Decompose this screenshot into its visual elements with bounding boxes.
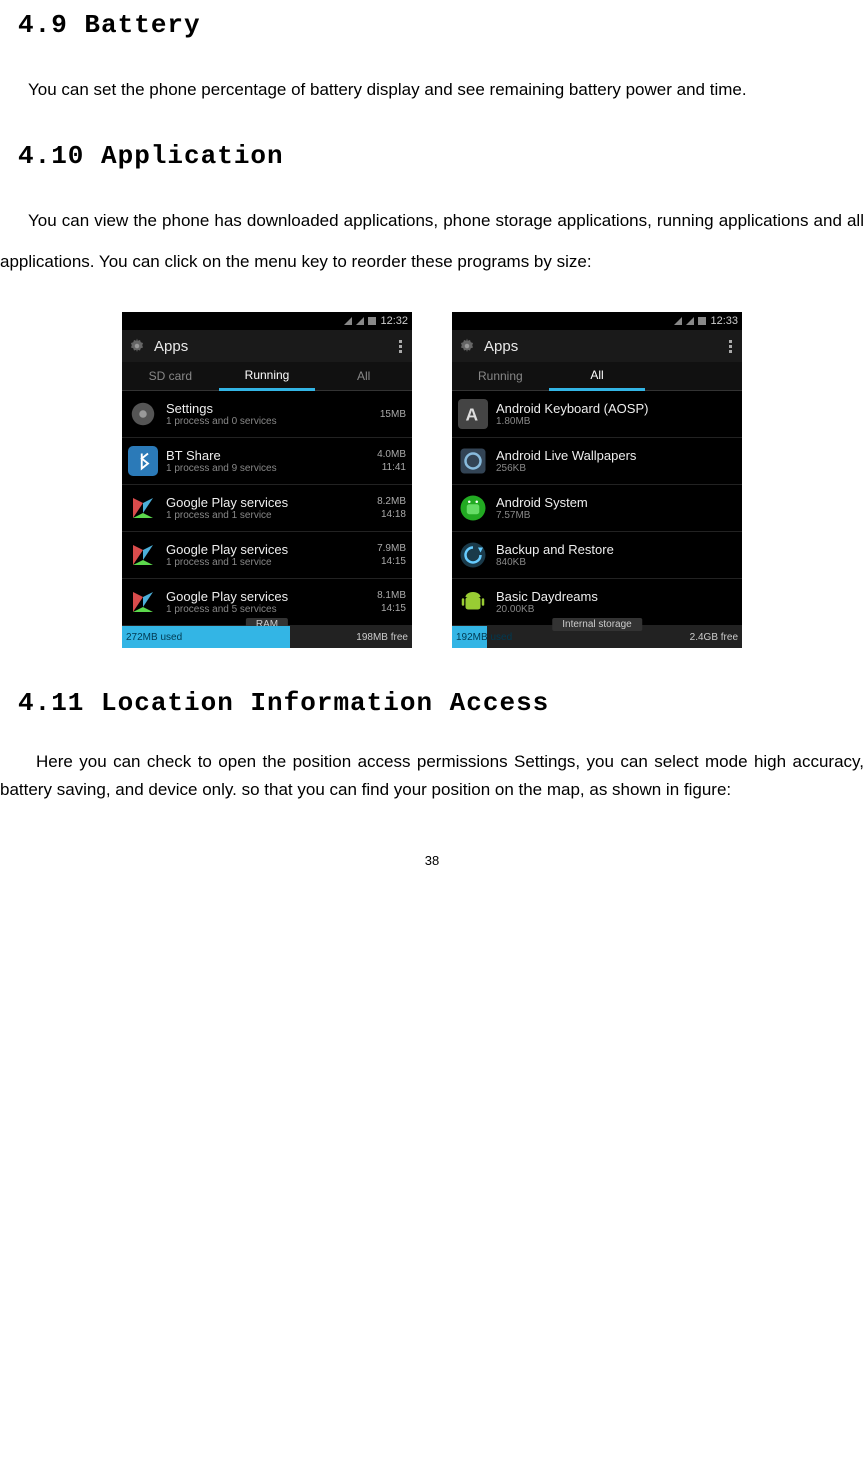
item-time: 14:18 xyxy=(377,508,406,521)
play-services-icon xyxy=(128,493,158,523)
play-services-icon xyxy=(128,540,158,570)
document-page: 4.9 Battery You can set the phone percen… xyxy=(0,10,864,908)
tab-running[interactable]: Running xyxy=(219,362,316,391)
item-sub: 840KB xyxy=(496,557,736,568)
list-item[interactable]: A Android Keyboard (AOSP) 1.80MB xyxy=(452,391,742,438)
item-size: 4.0MB xyxy=(377,448,406,461)
item-title: Basic Daydreams xyxy=(496,589,736,604)
list-item[interactable]: Android System 7.57MB xyxy=(452,485,742,532)
item-sub: 1 process and 1 service xyxy=(166,510,369,521)
backup-icon xyxy=(458,540,488,570)
item-time: 14:15 xyxy=(377,602,406,615)
item-title: Backup and Restore xyxy=(496,542,736,557)
wallpaper-icon xyxy=(458,446,488,476)
item-sub: 1.80MB xyxy=(496,416,736,427)
storage-footer: Internal storage 192MB used 2.4GB free xyxy=(452,626,742,648)
signal-icon xyxy=(686,317,694,325)
header-title: Apps xyxy=(484,338,725,355)
list-item[interactable]: Google Play services 1 process and 1 ser… xyxy=(122,485,412,532)
item-sub: 1 process and 5 services xyxy=(166,604,369,615)
tab-all[interactable]: All xyxy=(315,363,412,389)
screenshots-row: 12:32 Apps SD card Running All Settings xyxy=(0,312,864,648)
battery-icon xyxy=(698,317,706,325)
phone-screen-all: 12:33 Apps Running All A Android Keyboar… xyxy=(452,312,742,648)
list-item[interactable]: BT Share 1 process and 9 services 4.0MB1… xyxy=(122,438,412,485)
app-list-all: A Android Keyboard (AOSP) 1.80MB Android… xyxy=(452,391,742,626)
battery-icon xyxy=(368,317,376,325)
page-number: 38 xyxy=(0,853,864,868)
list-item[interactable]: Settings 1 process and 0 services 15MB xyxy=(122,391,412,438)
item-title: Settings xyxy=(166,401,372,416)
item-title: Android Keyboard (AOSP) xyxy=(496,401,736,416)
item-size: 7.9MB xyxy=(377,542,406,555)
item-size: 15MB xyxy=(380,408,406,421)
tab-sdcard[interactable]: SD card xyxy=(122,363,219,389)
item-time: 14:15 xyxy=(377,555,406,568)
menu-icon[interactable] xyxy=(395,340,406,353)
paragraph-location: Here you can check to open the position … xyxy=(0,748,864,802)
status-bar: 12:32 xyxy=(122,312,412,330)
item-title: Google Play services xyxy=(166,589,369,604)
heading-battery: 4.9 Battery xyxy=(18,10,864,40)
app-list-running: Settings 1 process and 0 services 15MB B… xyxy=(122,391,412,626)
alarm-icon xyxy=(674,317,682,325)
android-icon xyxy=(458,587,488,617)
status-time: 12:33 xyxy=(710,315,738,327)
svg-text:A: A xyxy=(466,405,479,425)
storage-used: 192MB used xyxy=(456,632,512,643)
item-size: 8.2MB xyxy=(377,495,406,508)
paragraph-application: You can view the phone has downloaded ap… xyxy=(0,201,864,283)
item-sub: 1 process and 0 services xyxy=(166,416,372,427)
gear-icon xyxy=(458,337,476,355)
item-sub: 7.57MB xyxy=(496,510,736,521)
menu-icon[interactable] xyxy=(725,340,736,353)
tabs: SD card Running All xyxy=(122,362,412,391)
item-size: 8.1MB xyxy=(377,589,406,602)
app-header: Apps xyxy=(122,330,412,362)
ram-free: 198MB free xyxy=(356,632,408,643)
app-header: Apps xyxy=(452,330,742,362)
storage-free: 2.4GB free xyxy=(690,632,738,643)
gear-icon xyxy=(128,337,146,355)
heading-application: 4.10 Application xyxy=(18,141,864,171)
ram-used: 272MB used xyxy=(126,632,182,643)
tab-blank[interactable] xyxy=(645,370,742,382)
alarm-icon xyxy=(344,317,352,325)
item-title: Android System xyxy=(496,495,736,510)
item-title: Google Play services xyxy=(166,542,369,557)
item-sub: 1 process and 9 services xyxy=(166,463,369,474)
item-sub: 20.00KB xyxy=(496,604,736,615)
phone-screen-running: 12:32 Apps SD card Running All Settings xyxy=(122,312,412,648)
item-title: Google Play services xyxy=(166,495,369,510)
heading-location: 4.11 Location Information Access xyxy=(18,688,864,718)
item-time: 11:41 xyxy=(377,461,406,474)
signal-icon xyxy=(356,317,364,325)
list-item[interactable]: Backup and Restore 840KB xyxy=(452,532,742,579)
android-icon xyxy=(458,493,488,523)
tab-all[interactable]: All xyxy=(549,362,646,391)
settings-icon xyxy=(128,399,158,429)
header-title: Apps xyxy=(154,338,395,355)
item-title: Android Live Wallpapers xyxy=(496,448,736,463)
keyboard-icon: A xyxy=(458,399,488,429)
play-services-icon xyxy=(128,587,158,617)
item-sub: 256KB xyxy=(496,463,736,474)
list-item[interactable]: Android Live Wallpapers 256KB xyxy=(452,438,742,485)
item-title: BT Share xyxy=(166,448,369,463)
status-bar: 12:33 xyxy=(452,312,742,330)
tab-running[interactable]: Running xyxy=(452,363,549,389)
status-time: 12:32 xyxy=(380,315,408,327)
item-sub: 1 process and 1 service xyxy=(166,557,369,568)
tabs: Running All xyxy=(452,362,742,391)
ram-footer: RAM 272MB used 198MB free xyxy=(122,626,412,648)
paragraph-battery: You can set the phone percentage of batt… xyxy=(0,70,864,111)
bluetooth-icon xyxy=(128,446,158,476)
list-item[interactable]: Google Play services 1 process and 1 ser… xyxy=(122,532,412,579)
